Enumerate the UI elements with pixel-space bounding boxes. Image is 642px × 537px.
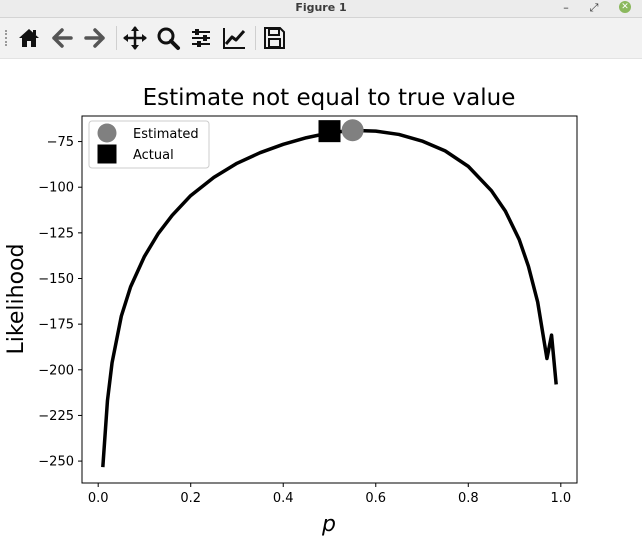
toolbar-grip xyxy=(5,30,10,46)
zoom-icon xyxy=(157,27,180,50)
back-button[interactable] xyxy=(48,24,76,52)
x-axis-label: p xyxy=(321,512,336,537)
plot-content xyxy=(101,119,558,468)
marker-estimated xyxy=(341,119,364,142)
y-tick-label: −200 xyxy=(38,363,74,378)
close-icon[interactable]: ✕ xyxy=(619,1,631,13)
x-tick-label: 0.4 xyxy=(273,491,294,506)
minimize-icon[interactable]: – xyxy=(558,0,574,16)
forward-icon xyxy=(84,28,105,48)
likelihood-line xyxy=(101,128,558,468)
figure-canvas[interactable]: Estimate not equal to true value 0.0 0.2 0… xyxy=(0,59,642,537)
save-button[interactable] xyxy=(260,24,288,52)
y-axis-label: Likelihood xyxy=(4,244,29,355)
pan-icon xyxy=(123,26,147,50)
x-tick-label: 0.2 xyxy=(180,491,201,506)
x-tick-label: 0.6 xyxy=(365,491,386,506)
home-button[interactable] xyxy=(15,24,43,52)
x-tick-label: 0.0 xyxy=(88,491,109,506)
legend: Estimated Actual xyxy=(88,120,210,169)
toolbar xyxy=(0,18,642,59)
home-icon xyxy=(19,29,39,47)
zoom-button[interactable] xyxy=(154,24,182,52)
chart: Estimate not equal to true value 0.0 0.2 0… xyxy=(4,85,578,537)
x-tick-label: 0.8 xyxy=(458,491,479,506)
back-icon xyxy=(52,28,73,48)
configure-subplots-button[interactable] xyxy=(187,24,215,52)
maximize-icon[interactable]: ⤢ xyxy=(586,0,602,16)
x-tick-label: 1.0 xyxy=(550,491,571,506)
legend-marker-actual xyxy=(97,144,117,164)
toolbar-separator xyxy=(116,26,117,50)
edit-axis-icon xyxy=(223,28,246,49)
y-tick-label: −100 xyxy=(38,181,74,196)
y-tick-label: −75 xyxy=(47,135,74,150)
forward-button[interactable] xyxy=(81,24,109,52)
chart-title: Estimate not equal to true value xyxy=(143,85,516,111)
y-tick-label: −250 xyxy=(38,455,74,470)
pan-button[interactable] xyxy=(121,24,149,52)
window-title: Figure 1 xyxy=(295,1,347,14)
legend-label-estimated: Estimated xyxy=(133,127,199,142)
edit-axis-button[interactable] xyxy=(220,24,248,52)
marker-actual xyxy=(318,120,341,143)
save-icon xyxy=(264,27,285,49)
legend-label-actual: Actual xyxy=(133,148,174,163)
y-tick-label: −125 xyxy=(38,226,74,241)
legend-marker-estimated xyxy=(97,123,117,143)
toolbar-separator xyxy=(255,26,256,50)
y-tick-label: −225 xyxy=(38,409,74,424)
window-titlebar: Figure 1 – ⤢ ✕ xyxy=(0,0,642,18)
y-tick-label: −175 xyxy=(38,318,74,333)
axes-frame xyxy=(81,115,578,484)
y-tick-label: −150 xyxy=(38,272,74,287)
configure-subplots-icon xyxy=(192,29,210,47)
